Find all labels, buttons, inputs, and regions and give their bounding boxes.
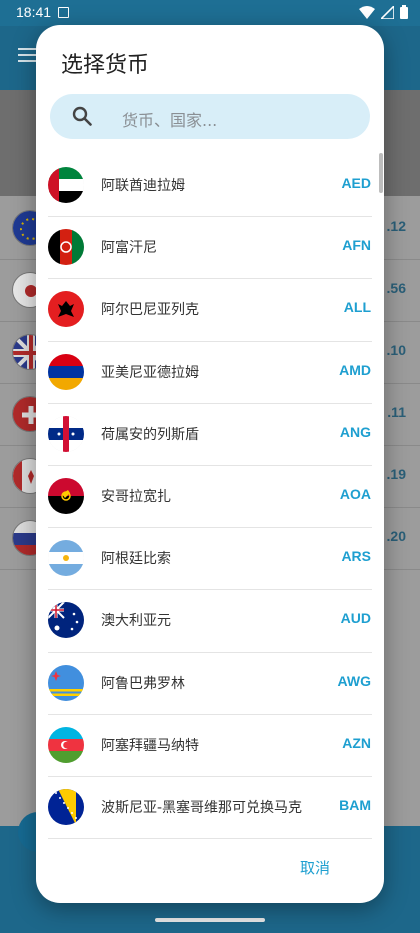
currency-picker-dialog: 选择货币 货币、国家... 阿联酋迪拉姆 AED 阿富汗尼 AFN 阿尔巴尼亚列克 ALL…: [36, 25, 384, 903]
currency-name: 阿富汗尼: [101, 240, 157, 257]
currency-code: AZN: [342, 734, 371, 751]
currency-row-afn[interactable]: 阿富汗尼 AFN: [36, 217, 384, 280]
currency-row-aud[interactable]: 澳大利亚元 AUD: [36, 590, 384, 653]
cancel-button[interactable]: 取消: [292, 853, 338, 882]
currency-row-amd[interactable]: 亚美尼亚德拉姆 AMD: [36, 342, 384, 404]
currency-code: BAM: [339, 796, 371, 813]
status-bar: 18:41: [0, 0, 420, 26]
notification-icon: [58, 7, 69, 18]
currency-row-bam[interactable]: 波斯尼亚-黑塞哥维那可兑换马克 BAM: [36, 777, 384, 839]
currency-row-aed[interactable]: 阿联酋迪拉姆 AED: [36, 155, 384, 218]
flag-icon: [48, 291, 84, 328]
currency-code: AED: [341, 175, 371, 191]
menu-icon: [18, 48, 36, 62]
battery-icon: [400, 5, 408, 19]
search-placeholder: 货币、国家...: [122, 111, 218, 130]
background-rate-value: .19: [386, 466, 406, 482]
system-icons: [359, 5, 408, 19]
currency-name: 阿塞拜疆马纳特: [101, 737, 199, 754]
currency-code: ANG: [339, 423, 371, 440]
currency-code: AFN: [342, 237, 371, 254]
currency-row-all[interactable]: 阿尔巴尼亚列克 ALL: [36, 279, 384, 342]
background-rate-value: .20: [386, 528, 406, 544]
search-icon: [72, 106, 92, 126]
currency-code: AOA: [339, 485, 371, 502]
currency-name: 阿鲁巴弗罗林: [101, 675, 185, 692]
currency-code: AWG: [337, 672, 371, 689]
gesture-nav-bar[interactable]: [155, 918, 265, 922]
currency-code: AUD: [340, 610, 371, 627]
currency-code: ARS: [341, 548, 371, 565]
currency-code: AMD: [339, 361, 371, 378]
signal-icon: [381, 5, 394, 19]
background-rate-value: .12: [386, 218, 406, 234]
background-rate-value: .56: [386, 280, 406, 296]
currency-name: 荷属安的列斯盾: [101, 426, 199, 443]
currency-row-awg[interactable]: 阿鲁巴弗罗林 AWG: [36, 653, 384, 715]
currency-name: 波斯尼亚-黑塞哥维那可兑换马克: [101, 799, 303, 816]
currency-name: 阿尔巴尼亚列克: [101, 302, 199, 319]
currency-row-ars[interactable]: 阿根廷比索 ARS: [36, 528, 384, 591]
currency-name: 阿根廷比索: [101, 551, 171, 568]
status-time: 18:41: [16, 4, 52, 20]
flag-icon: [48, 167, 84, 203]
row-divider: [48, 838, 372, 839]
currency-list[interactable]: 阿联酋迪拉姆 AED 阿富汗尼 AFN 阿尔巴尼亚列克 ALL 亚美尼亚德拉姆 AMD 荷属安的…: [36, 155, 384, 839]
currency-row-aoa[interactable]: 安哥拉宽扎 AOA: [36, 466, 384, 529]
currency-name: 安哥拉宽扎: [101, 488, 171, 505]
flag-icon: [48, 415, 84, 452]
flag-icon: [48, 726, 84, 763]
currency-code: ALL: [343, 299, 371, 316]
dialog-title: 选择货币: [61, 53, 150, 78]
wifi-icon: [359, 5, 375, 19]
flag-icon: [48, 229, 84, 266]
currency-name: 阿联酋迪拉姆: [101, 178, 185, 194]
flag-icon: [48, 353, 84, 390]
currency-row-azn[interactable]: 阿塞拜疆马纳特 AZN: [36, 715, 384, 777]
flag-icon: [48, 477, 84, 514]
background-rate-value: .10: [386, 342, 406, 358]
flag-icon: [48, 664, 84, 701]
currency-row-ang[interactable]: 荷属安的列斯盾 ANG: [36, 404, 384, 466]
flag-icon: [48, 788, 84, 825]
flag-icon: [48, 540, 84, 577]
currency-name: 亚美尼亚德拉姆: [101, 364, 199, 381]
flag-icon: [48, 602, 84, 639]
background-rate-value: .11: [387, 404, 406, 420]
currency-name: 澳大利亚元: [101, 613, 171, 630]
search-input[interactable]: 货币、国家...: [50, 94, 370, 139]
list-scrollbar[interactable]: [379, 153, 383, 193]
